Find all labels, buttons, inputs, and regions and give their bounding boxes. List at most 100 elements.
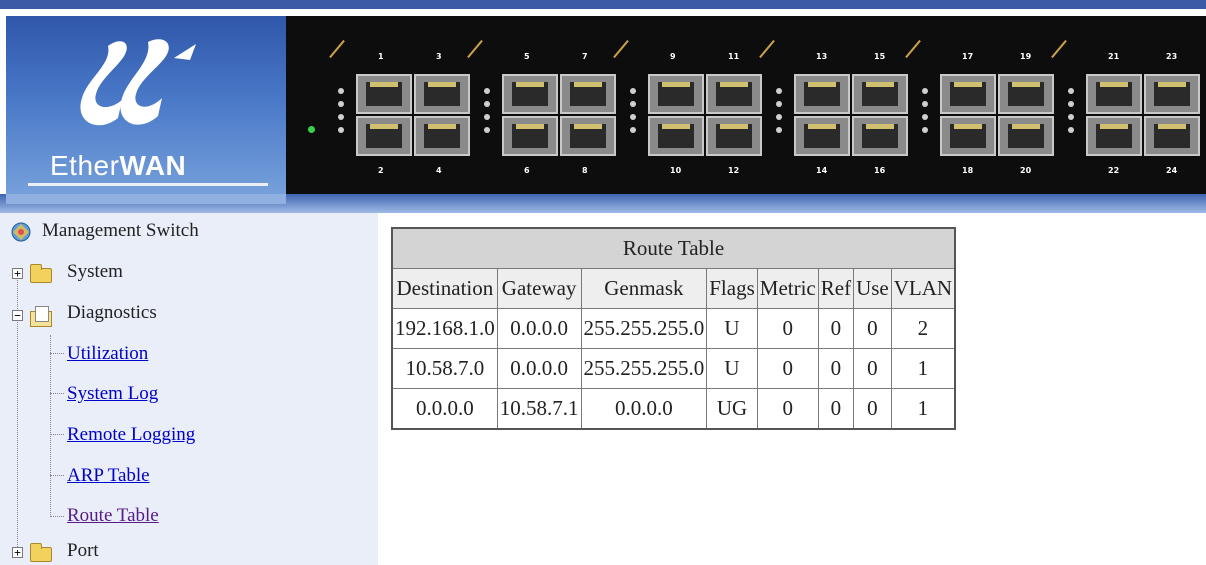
table-cell: 0 bbox=[853, 388, 892, 430]
rj45-port-icon bbox=[1144, 116, 1200, 156]
nav-link-system-log[interactable]: System Log bbox=[67, 383, 158, 405]
navigation-tree: Management Switch + System − Diagnostics… bbox=[0, 213, 378, 565]
tree-line bbox=[50, 434, 64, 435]
table-row: 192.168.1.0 0.0.0.0 255.255.255.0 U 0 0 0 2 bbox=[391, 308, 956, 349]
rj45-port-icon bbox=[794, 116, 850, 156]
diagnostics-collapse-icon[interactable]: − bbox=[12, 310, 23, 321]
port-number-bottom: 22 bbox=[1108, 166, 1120, 175]
table-row: 0.0.0.0 10.58.7.1 0.0.0.0 UG 0 0 0 1 bbox=[391, 388, 956, 430]
port-led-icon bbox=[776, 88, 782, 94]
nav-link-route-table[interactable]: Route Table bbox=[67, 505, 159, 527]
header-bottom-strip-left bbox=[6, 194, 286, 204]
column-header: Use bbox=[853, 268, 892, 309]
port-led-column bbox=[776, 88, 782, 140]
table-cell: 255.255.255.0 bbox=[580, 348, 708, 389]
system-folder-icon bbox=[30, 264, 52, 283]
port-led-icon bbox=[484, 88, 490, 94]
nav-link-remote-logging[interactable]: Remote Logging bbox=[67, 424, 195, 446]
switch-front-panel: 1 2 3 4 5 6 7 8 9 10 11 12 13 14 15 16 17 18 19 20 21 22 23 24 bbox=[286, 16, 1206, 194]
table-cell: U bbox=[706, 348, 758, 389]
port-led-icon bbox=[922, 88, 928, 94]
rj45-port-icon bbox=[414, 116, 470, 156]
system-expand-icon[interactable]: + bbox=[12, 268, 23, 279]
tree-item-diagnostics-label: Diagnostics bbox=[67, 302, 157, 323]
table-cell: 0.0.0.0 bbox=[580, 388, 708, 430]
port-number-bottom: 8 bbox=[582, 166, 588, 175]
port-number-bottom: 20 bbox=[1020, 166, 1032, 175]
tree-root-management-switch[interactable]: Management Switch bbox=[42, 220, 199, 242]
rj45-port-icon bbox=[998, 74, 1054, 114]
rj45-port-icon bbox=[648, 116, 704, 156]
rj45-port-icon bbox=[940, 116, 996, 156]
port-led-icon bbox=[630, 114, 636, 120]
port-number-bottom: 12 bbox=[728, 166, 740, 175]
table-cell: U bbox=[706, 308, 758, 349]
tree-root-label: Management Switch bbox=[42, 220, 199, 241]
table-cell: UG bbox=[706, 388, 758, 430]
tree-item-port[interactable]: Port bbox=[67, 540, 99, 562]
table-row: 10.58.7.0 0.0.0.0 255.255.255.0 U 0 0 0 1 bbox=[391, 348, 956, 389]
nav-link-utilization[interactable]: Utilization bbox=[67, 343, 148, 365]
rj45-port-icon bbox=[706, 116, 762, 156]
port-led-icon bbox=[1068, 88, 1074, 94]
column-header: Gateway bbox=[496, 268, 582, 309]
table-cell: 192.168.1.0 bbox=[391, 308, 498, 349]
port-number-top: 21 bbox=[1108, 52, 1120, 61]
header-banner: EtherWAN 1 2 3 4 5 6 7 8 9 10 11 12 13 14 15 16 17 18 19 20… bbox=[0, 0, 1206, 213]
port-expand-icon[interactable]: + bbox=[12, 547, 23, 558]
port-number-top: 17 bbox=[962, 52, 974, 61]
port-led-icon bbox=[776, 101, 782, 107]
port-led-icon bbox=[1068, 127, 1074, 133]
table-cell: 1 bbox=[890, 348, 956, 389]
rj45-port-icon bbox=[1086, 74, 1142, 114]
tree-line bbox=[50, 393, 64, 394]
port-folder-icon bbox=[30, 543, 52, 562]
port-number-top: 5 bbox=[524, 52, 530, 61]
table-cell: 0.0.0.0 bbox=[391, 388, 498, 430]
logo-text-wan: WAN bbox=[119, 150, 187, 181]
network-globe-icon bbox=[11, 222, 31, 242]
table-cell: 0 bbox=[853, 308, 892, 349]
table-cell: 10.58.7.0 bbox=[391, 348, 498, 389]
tree-item-diagnostics[interactable]: Diagnostics bbox=[67, 302, 157, 324]
table-cell: 0 bbox=[817, 348, 855, 389]
column-header: Destination bbox=[391, 268, 498, 309]
port-led-icon bbox=[338, 127, 344, 133]
nav-link-arp-table[interactable]: ARP Table bbox=[67, 465, 150, 487]
port-led-column bbox=[484, 88, 490, 140]
table-cell: 0.0.0.0 bbox=[496, 308, 582, 349]
port-led-icon bbox=[630, 88, 636, 94]
route-table: Route Table Destination Gateway Genmask Fla… bbox=[391, 227, 957, 430]
panel-slash-mark bbox=[759, 39, 775, 59]
power-led-icon bbox=[308, 126, 315, 133]
port-led-icon bbox=[630, 101, 636, 107]
route-table-body: 192.168.1.0 0.0.0.0 255.255.255.0 U 0 0 0 2 10.5… bbox=[391, 308, 956, 430]
tree-line bbox=[50, 475, 64, 476]
port-number-bottom: 14 bbox=[816, 166, 828, 175]
port-led-icon bbox=[776, 114, 782, 120]
port-led-icon bbox=[1068, 101, 1074, 107]
panel-slash-mark bbox=[613, 39, 629, 59]
rj45-port-icon bbox=[560, 74, 616, 114]
rj45-port-icon bbox=[560, 116, 616, 156]
rj45-port-icon bbox=[794, 74, 850, 114]
etherwan-logo: EtherWAN bbox=[6, 16, 287, 204]
port-led-column bbox=[1068, 88, 1074, 140]
tree-item-port-label: Port bbox=[67, 540, 99, 561]
port-number-top: 7 bbox=[582, 52, 588, 61]
port-number-top: 23 bbox=[1166, 52, 1178, 61]
port-number-top: 11 bbox=[728, 52, 740, 61]
port-led-icon bbox=[922, 101, 928, 107]
port-led-column bbox=[922, 88, 928, 140]
rj45-port-icon bbox=[356, 116, 412, 156]
port-led-column bbox=[630, 88, 636, 140]
tree-line bbox=[50, 516, 64, 517]
rj45-port-icon bbox=[852, 74, 908, 114]
table-cell: 0 bbox=[756, 388, 819, 430]
table-cell: 255.255.255.0 bbox=[580, 308, 708, 349]
table-cell: 0 bbox=[756, 308, 819, 349]
port-number-bottom: 16 bbox=[874, 166, 886, 175]
tree-item-system[interactable]: System bbox=[67, 261, 123, 283]
rj45-port-icon bbox=[998, 116, 1054, 156]
port-number-bottom: 10 bbox=[670, 166, 682, 175]
